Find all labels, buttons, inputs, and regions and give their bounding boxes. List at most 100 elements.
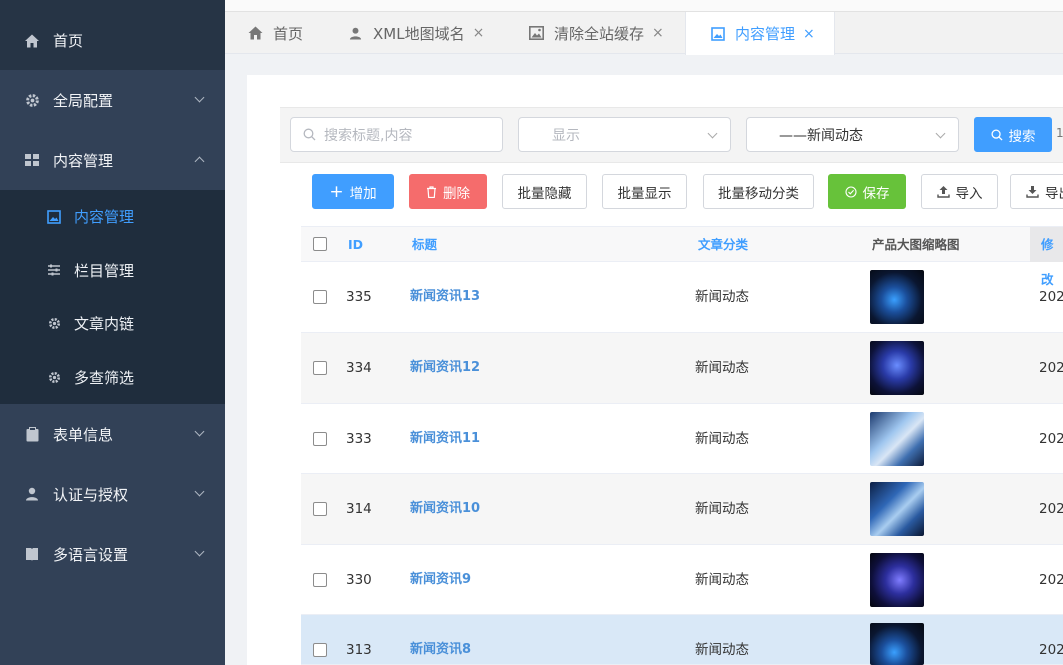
row-date: 2023 (1039, 571, 1063, 588)
row-thumbnail[interactable] (870, 411, 924, 466)
row-thumbnail[interactable] (870, 270, 924, 324)
export-button-label: 导出 (1045, 185, 1063, 202)
row-title-link[interactable]: 新闻资讯13 (410, 262, 480, 332)
book-icon (24, 546, 40, 562)
row-id: 334 (346, 360, 372, 376)
add-button[interactable]: + 增加 (312, 174, 394, 209)
display-placeholder: 显示 (552, 127, 580, 144)
row-checkbox[interactable] (313, 361, 327, 375)
sidebar-item-home[interactable]: 首页 (0, 0, 225, 70)
row-date: 2023 (1039, 642, 1063, 658)
sidebar-subitem-content-manage[interactable]: 内容管理 (0, 190, 225, 244)
tab-bar: 首页 XML地图域名 × 清除全站缓存 × 内容管理 × (225, 0, 1063, 55)
picture-icon (709, 25, 726, 42)
row-category: 新闻动态 (695, 430, 749, 447)
row-checkbox[interactable] (313, 431, 327, 446)
import-button-label: 导入 (955, 185, 983, 202)
row-date: 2023 (1039, 430, 1063, 447)
table-row[interactable]: 334 新闻资讯12 新闻动态 2023 (301, 333, 1063, 404)
plus-icon: + (329, 181, 344, 202)
top-strip (225, 0, 1063, 12)
category-select[interactable]: ——新闻动态 (746, 117, 959, 152)
table-row[interactable]: 313 新闻资讯8 新闻动态 2023 (301, 615, 1063, 665)
batch-show-button[interactable]: 批量显示 (602, 174, 687, 209)
row-thumbnail[interactable] (870, 341, 924, 395)
search-button[interactable]: 搜索 (974, 117, 1052, 152)
header-thumbnail: 产品大图缩略图 (872, 237, 960, 252)
sidebar-subitem-label: 栏目管理 (74, 261, 135, 280)
upload-icon (936, 185, 950, 198)
row-thumbnail[interactable] (870, 482, 924, 536)
sidebar-item-global-config[interactable]: 全局配置 (0, 70, 225, 130)
category-value: ——新闻动态 (779, 127, 863, 144)
page-hint: 1 (1056, 126, 1063, 140)
sidebar-item-form-info[interactable]: 表单信息 (0, 404, 225, 464)
batch-show-label: 批量显示 (617, 185, 672, 202)
sidebar-item-label: 全局配置 (53, 91, 114, 110)
row-checkbox[interactable] (313, 502, 327, 516)
row-checkbox[interactable] (313, 290, 327, 304)
tab-xml-map[interactable]: XML地图域名 × (347, 12, 484, 54)
close-icon[interactable]: × (803, 26, 815, 42)
search-input[interactable]: 搜索标题,内容 (290, 117, 503, 152)
tab-home[interactable]: 首页 (247, 12, 303, 54)
sliders-icon (47, 263, 61, 277)
sidebar-item-label: 表单信息 (53, 425, 114, 444)
sidebar-item-content[interactable]: 内容管理 (0, 130, 225, 190)
display-select[interactable]: 显示 (518, 117, 731, 152)
close-icon[interactable]: × (652, 25, 664, 41)
sidebar-subitem-column-manage[interactable]: 栏目管理 (0, 244, 225, 298)
user-icon (347, 25, 364, 42)
batch-hide-label: 批量隐藏 (517, 185, 572, 202)
table-row[interactable]: 314 新闻资讯10 新闻动态 2023 (301, 474, 1063, 545)
search-icon (990, 128, 1003, 141)
row-title-link[interactable]: 新闻资讯12 (410, 333, 480, 403)
gear-icon (47, 317, 61, 331)
sidebar-subitem-article-links[interactable]: 文章内链 (0, 297, 225, 351)
header-title[interactable]: 标题 (412, 227, 437, 262)
table-row[interactable]: 330 新闻资讯9 新闻动态 2023 (301, 545, 1063, 615)
row-title-link[interactable]: 新闻资讯11 (410, 404, 480, 474)
save-button-label: 保存 (862, 185, 890, 202)
table-header: ID 标题 文章分类 产品大图缩略图 修改 (301, 226, 1063, 287)
sidebar-subitem-multi-filter[interactable]: 多查筛选 (0, 351, 225, 405)
home-icon (247, 25, 264, 42)
header-id[interactable]: ID (348, 227, 363, 262)
batch-move-button[interactable]: 批量移动分类 (703, 174, 814, 209)
row-title-link[interactable]: 新闻资讯9 (410, 545, 471, 615)
table-row[interactable]: 335 新闻资讯13 新闻动态 2023 (301, 262, 1063, 333)
picture-icon (47, 209, 61, 224)
sidebar-item-label: 认证与授权 (53, 485, 129, 504)
tab-clear-cache[interactable]: 清除全站缓存 × (528, 12, 664, 54)
save-button[interactable]: 保存 (828, 174, 906, 209)
row-title-link[interactable]: 新闻资讯10 (410, 474, 480, 544)
batch-hide-button[interactable]: 批量隐藏 (502, 174, 587, 209)
row-title-link[interactable]: 新闻资讯8 (410, 615, 471, 665)
import-button[interactable]: 导入 (921, 174, 998, 209)
row-checkbox[interactable] (313, 643, 327, 657)
sidebar-item-label: 内容管理 (53, 151, 114, 170)
row-thumbnail[interactable] (870, 552, 924, 607)
row-category: 新闻动态 (695, 360, 749, 376)
row-thumbnail[interactable] (870, 623, 924, 665)
delete-button[interactable]: 删除 (409, 174, 487, 209)
tab-content-manage[interactable]: 内容管理 × (685, 12, 835, 55)
table-row[interactable]: 333 新闻资讯11 新闻动态 2023 (301, 404, 1063, 474)
tab-label: XML地图域名 (373, 24, 465, 43)
header-category[interactable]: 文章分类 (698, 227, 748, 262)
sidebar: 首页 全局配置 内容管理 内容管理 栏目管理 文章内链 多查筛选 表单信息 认证… (0, 0, 225, 665)
export-button[interactable]: 导出 (1010, 174, 1063, 209)
close-icon[interactable]: × (473, 25, 485, 41)
select-all-checkbox[interactable] (313, 237, 327, 251)
add-button-label: 增加 (349, 185, 377, 202)
row-checkbox[interactable] (313, 572, 327, 587)
gear-icon (24, 92, 40, 108)
sidebar-subitem-label: 多查筛选 (74, 368, 135, 387)
sidebar-item-i18n[interactable]: 多语言设置 (0, 524, 225, 584)
sidebar-item-auth[interactable]: 认证与授权 (0, 464, 225, 524)
header-modified[interactable]: 修改 (1041, 227, 1063, 287)
chevron-down-icon (707, 128, 718, 139)
row-id: 335 (346, 289, 372, 305)
chevron-down-icon (194, 546, 205, 557)
sidebar-submenu: 内容管理 栏目管理 文章内链 多查筛选 (0, 190, 225, 404)
